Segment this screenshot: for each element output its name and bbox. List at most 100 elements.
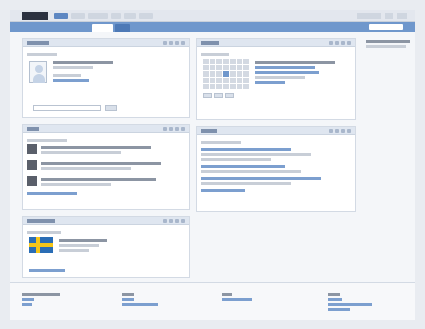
calendar-icon[interactable] <box>203 59 249 89</box>
sidebar-line <box>366 45 406 48</box>
tab-inactive[interactable] <box>115 24 130 32</box>
top-nav-item[interactable] <box>124 13 136 19</box>
panel-tool-icon[interactable] <box>347 129 351 133</box>
profile-link[interactable] <box>53 79 89 82</box>
avatar-placeholder-icon[interactable] <box>29 61 47 83</box>
projects-subtitle <box>201 141 241 144</box>
panel-tools <box>163 127 185 131</box>
user-name-link[interactable] <box>357 13 381 19</box>
panel-tool-icon[interactable] <box>341 129 345 133</box>
top-nav-item[interactable] <box>111 13 121 19</box>
profile-subtitle <box>27 53 57 56</box>
community-panel <box>22 216 190 278</box>
community-subtitle <box>27 231 61 234</box>
footer-link[interactable] <box>328 298 342 301</box>
panel-tool-icon[interactable] <box>169 41 173 45</box>
left-column <box>22 38 190 284</box>
footer-link[interactable] <box>22 303 32 306</box>
post-thumbnail <box>27 176 37 186</box>
community-info <box>59 237 119 254</box>
top-nav-item[interactable] <box>139 13 153 19</box>
panel-header <box>23 39 189 47</box>
calendar-subtitle <box>201 53 229 56</box>
panel-tool-icon[interactable] <box>169 219 173 223</box>
panel-tool-icon[interactable] <box>163 219 167 223</box>
calendar-prev-button[interactable] <box>203 93 212 98</box>
footer-column <box>222 291 268 303</box>
community-more-link[interactable] <box>29 269 65 272</box>
brand-logo[interactable] <box>22 12 48 20</box>
project-meta <box>201 170 301 173</box>
calendar-next-button[interactable] <box>225 93 234 98</box>
post-title[interactable] <box>41 146 151 149</box>
footer-link[interactable] <box>328 303 372 306</box>
footer-link[interactable] <box>122 298 134 301</box>
calendar-date-heading <box>255 61 335 64</box>
profile-line <box>53 74 81 77</box>
panel-tool-icon[interactable] <box>169 127 173 131</box>
profile-line <box>53 66 93 69</box>
tab-active[interactable] <box>92 24 113 32</box>
panel-tools <box>329 41 351 45</box>
post-title[interactable] <box>41 162 161 165</box>
panel-tool-icon[interactable] <box>181 219 185 223</box>
panel-tool-icon[interactable] <box>163 127 167 131</box>
footer-link[interactable] <box>328 308 350 311</box>
flag-icon[interactable] <box>29 237 53 253</box>
panel-header <box>197 39 355 47</box>
flag-cross-vertical <box>36 237 40 253</box>
blog-body <box>23 133 189 209</box>
panel-title <box>27 219 55 223</box>
post-thumbnail <box>27 160 37 170</box>
status-input[interactable] <box>33 105 101 111</box>
panel-tool-icon[interactable] <box>175 41 179 45</box>
panel-tool-icon[interactable] <box>335 41 339 45</box>
community-title[interactable] <box>59 239 107 242</box>
calendar-today-button[interactable] <box>214 93 223 98</box>
project-title[interactable] <box>201 177 321 180</box>
panel-header <box>23 217 189 225</box>
panel-tool-icon[interactable] <box>347 41 351 45</box>
panel-tool-icon[interactable] <box>181 127 185 131</box>
panel-tool-icon[interactable] <box>175 219 179 223</box>
project-meta <box>201 153 311 156</box>
footer-column <box>122 291 168 308</box>
blog-post[interactable] <box>27 144 185 156</box>
blog-post[interactable] <box>27 176 185 188</box>
panel-tool-icon[interactable] <box>163 41 167 45</box>
panel-tool-icon[interactable] <box>335 129 339 133</box>
footer-link[interactable] <box>122 303 158 306</box>
panel-tool-icon[interactable] <box>329 41 333 45</box>
flag-cross-horizontal <box>29 243 53 247</box>
post-title[interactable] <box>41 178 156 181</box>
panel-tool-icon[interactable] <box>341 41 345 45</box>
projects-more-link[interactable] <box>201 189 245 192</box>
calendar-event[interactable] <box>255 66 315 69</box>
status-button[interactable] <box>105 105 117 111</box>
footer-link[interactable] <box>222 298 252 301</box>
top-nav-item[interactable] <box>71 13 85 19</box>
help-link[interactable] <box>385 13 393 19</box>
calendar-body <box>197 47 355 119</box>
footer-heading <box>22 293 60 296</box>
post-text <box>41 176 185 188</box>
community-meta <box>59 249 89 252</box>
sidebar-line <box>366 40 410 43</box>
panel-tool-icon[interactable] <box>181 41 185 45</box>
top-nav-item[interactable] <box>88 13 108 19</box>
footer-link[interactable] <box>22 298 34 301</box>
calendar-add-link[interactable] <box>255 81 285 84</box>
footer-column <box>22 291 68 308</box>
blog-post[interactable] <box>27 160 185 172</box>
top-nav-item[interactable] <box>54 13 68 19</box>
panel-tool-icon[interactable] <box>175 127 179 131</box>
blog-more-link[interactable] <box>27 192 77 195</box>
logout-link[interactable] <box>397 13 407 19</box>
calendar-event[interactable] <box>255 71 319 74</box>
project-title[interactable] <box>201 165 285 168</box>
tab-band <box>10 22 415 32</box>
search-input[interactable] <box>369 24 403 30</box>
profile-info <box>53 59 123 84</box>
panel-tool-icon[interactable] <box>329 129 333 133</box>
project-title[interactable] <box>201 148 291 151</box>
